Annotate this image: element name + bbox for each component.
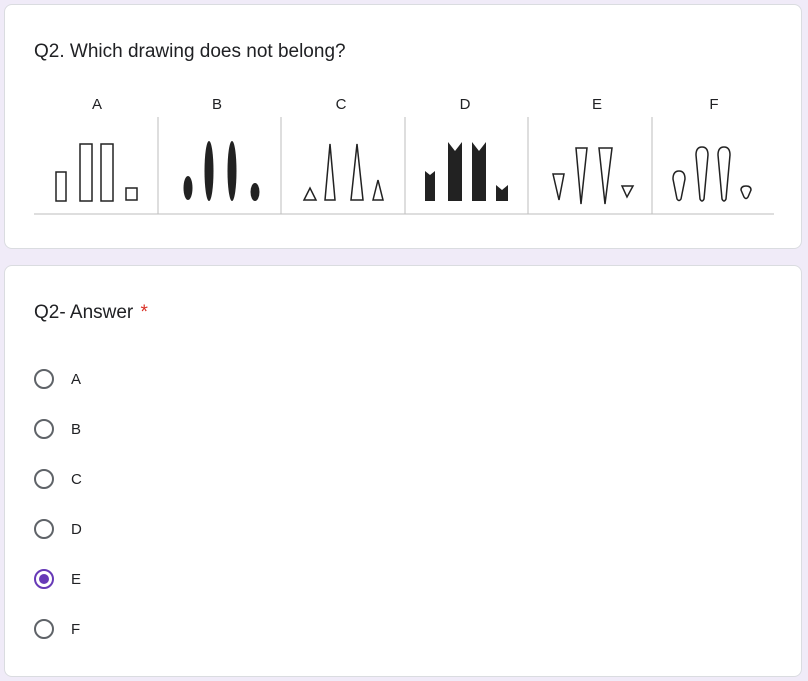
drawing-c — [302, 143, 384, 201]
drawings-figure: A B C D E F — [34, 91, 774, 215]
radio-button-c[interactable] — [34, 469, 54, 489]
question-card-answer: Q2- Answer * A B C D E F — [4, 265, 802, 677]
radio-option-d[interactable]: D — [34, 504, 434, 554]
radio-label-f: F — [71, 620, 81, 638]
drawing-b — [183, 141, 260, 201]
radio-option-f[interactable]: F — [34, 604, 434, 654]
drawing-a — [55, 143, 138, 202]
radio-button-f[interactable] — [34, 619, 54, 639]
radio-label-c: C — [71, 470, 82, 488]
radio-option-a[interactable]: A — [34, 354, 434, 404]
column-label-a: A — [91, 96, 102, 113]
radio-label-e: E — [71, 570, 82, 588]
drawings-image — [34, 117, 774, 215]
radio-button-e[interactable] — [34, 569, 54, 589]
radio-option-b[interactable]: B — [34, 404, 434, 454]
column-label-c: C — [335, 96, 347, 113]
radio-group: A B C D E F — [34, 354, 434, 654]
question-card-drawings: Q2. Which drawing does not belong? A B C… — [4, 4, 802, 249]
answer-question-title: Q2- Answer * — [34, 302, 148, 324]
answer-question-text: Q2- Answer — [34, 302, 134, 323]
column-labels: A B C D E F — [34, 91, 774, 115]
radio-label-b: B — [71, 420, 82, 438]
column-label-e: E — [591, 96, 602, 113]
drawing-e — [552, 147, 635, 205]
radio-option-e[interactable]: E — [34, 554, 434, 604]
drawing-f — [672, 146, 752, 202]
column-label-b: B — [211, 96, 222, 113]
radio-button-a[interactable] — [34, 369, 54, 389]
column-label-f: F — [709, 96, 719, 113]
radio-option-c[interactable]: C — [34, 454, 434, 504]
radio-label-a: A — [71, 370, 82, 388]
radio-button-d[interactable] — [34, 519, 54, 539]
column-label-d: D — [459, 96, 471, 113]
drawing-d — [425, 142, 508, 201]
radio-label-d: D — [71, 520, 82, 538]
radio-button-b[interactable] — [34, 419, 54, 439]
question-title: Q2. Which drawing does not belong? — [34, 41, 346, 62]
required-asterisk: * — [140, 302, 148, 323]
